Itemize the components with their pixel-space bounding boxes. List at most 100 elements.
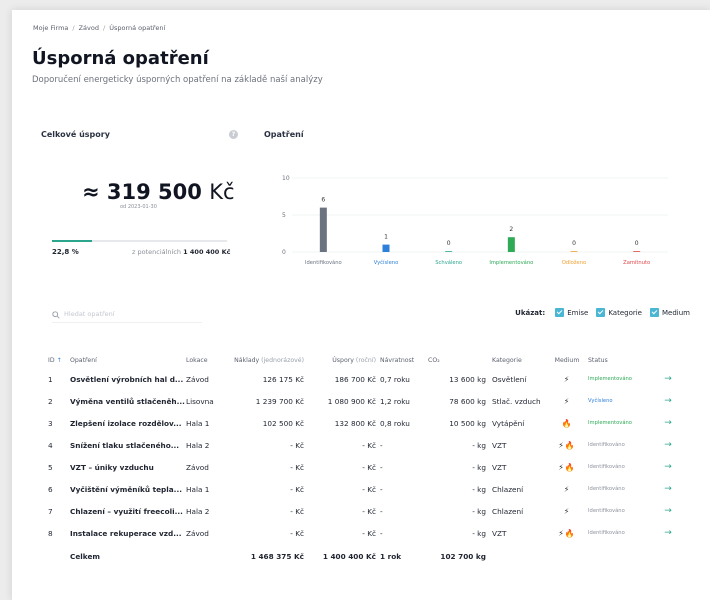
show-medium-checkbox[interactable]: Medium xyxy=(650,308,690,317)
header-medium[interactable]: Medium xyxy=(546,352,588,368)
show-emissions-checkbox[interactable]: Emise xyxy=(555,308,588,317)
page-title: Úsporná opatření xyxy=(32,48,209,69)
table-row[interactable]: 8 Instalace rekuperace vzd... Závod - Kč - K… xyxy=(48,522,683,544)
cell-category: Vytápění xyxy=(492,418,525,428)
question-icon[interactable]: ? xyxy=(229,130,238,139)
table-header-row: ID ↑ Opatření Lokace Náklady (jednorázov… xyxy=(48,352,683,368)
cell-name[interactable]: Chlazení – využití freecoli... xyxy=(70,500,186,522)
search-box[interactable] xyxy=(52,305,202,323)
cell-name[interactable]: Zlepšení izolace rozdělov... xyxy=(70,412,186,434)
cell-savings: - Kč xyxy=(362,528,376,538)
header-status[interactable]: Status xyxy=(588,352,653,368)
cell-id: 2 xyxy=(48,396,53,406)
cell-medium-icons: ⚡ xyxy=(563,374,571,384)
cell-payback: 0,8 roku xyxy=(380,418,410,428)
cell-id: 8 xyxy=(48,528,53,538)
table-row[interactable]: 3 Zlepšení izolace rozdělov... Hala 1 102 5… xyxy=(48,412,683,434)
breadcrumb: Moje Firma / Závod / Úsporná opatření xyxy=(33,24,166,32)
bar-value-label: 0 xyxy=(447,240,451,247)
header-costs[interactable]: Náklady (jednorázové) xyxy=(226,352,304,368)
header-payback[interactable]: Návratnost xyxy=(376,352,428,368)
bar-value-label: 6 xyxy=(321,197,325,204)
cell-id: 4 xyxy=(48,440,53,450)
cell-payback: - xyxy=(380,484,383,494)
cell-savings: 186 700 Kč xyxy=(334,374,376,384)
cell-costs: - Kč xyxy=(290,506,304,516)
cell-category: Stlač. vzduch xyxy=(492,396,541,406)
table-row[interactable]: 7 Chlazení – využití freecoli... Hala 2 - K… xyxy=(48,500,683,522)
breadcrumb-item-plant[interactable]: Závod xyxy=(79,24,99,32)
header-id[interactable]: ID ↑ xyxy=(48,352,70,368)
cell-costs: 126 175 Kč xyxy=(262,374,304,384)
header-name[interactable]: Opatření xyxy=(70,352,186,368)
arrow-right-icon[interactable]: → xyxy=(653,368,683,390)
status-badge: Implementováno xyxy=(588,420,632,426)
bar-value-label: 0 xyxy=(572,240,576,247)
status-badge: Identifikováno xyxy=(588,464,625,470)
savings-potential-value: 1 400 400 Kč xyxy=(183,248,231,256)
table-row[interactable]: 1 Osvětlení výrobních hal d... Závod 126 17… xyxy=(48,368,683,390)
table-total-row: Celkem 1 468 375 Kč 1 400 400 Kč 1 rok 102 7… xyxy=(48,544,683,568)
arrow-right-icon[interactable]: → xyxy=(653,478,683,500)
table-row[interactable]: 5 VZT – úniky vzduchu Závod - Kč - Kč - - kg VZ… xyxy=(48,456,683,478)
savings-percent: 22,8 % xyxy=(52,248,79,256)
table-row[interactable]: 4 Snížení tlaku stlačeného... Hala 2 - Kč - … xyxy=(48,434,683,456)
arrow-right-icon[interactable]: → xyxy=(653,456,683,478)
status-badge: Vyčísleno xyxy=(588,398,613,404)
arrow-right-icon[interactable]: → xyxy=(653,500,683,522)
cell-id: 1 xyxy=(48,374,53,384)
breadcrumb-item-current: Úsporná opatření xyxy=(109,24,166,32)
cell-costs: - Kč xyxy=(290,440,304,450)
cell-costs: - Kč xyxy=(290,528,304,538)
header-co2[interactable]: CO₂ xyxy=(428,352,486,368)
cell-id: 6 xyxy=(48,484,53,494)
chart-bar xyxy=(570,251,578,252)
status-badge: Implementováno xyxy=(588,376,632,382)
cell-name[interactable]: Výměna ventilů stlačeněh... xyxy=(70,390,186,412)
cell-costs: 102 500 Kč xyxy=(262,418,304,428)
cell-co2: - kg xyxy=(472,484,486,494)
cell-location: Lisovna xyxy=(186,396,214,406)
x-tick-label: Identifikováno xyxy=(305,259,342,266)
cell-name[interactable]: Instalace rekuperace vzd... xyxy=(70,522,186,544)
cell-name[interactable]: Snížení tlaku stlačeného... xyxy=(70,434,186,456)
savings-amount-value: ≈ 319 500 xyxy=(82,180,202,204)
cell-location: Závod xyxy=(186,462,209,472)
table-row[interactable]: 2 Výměna ventilů stlačeněh... Lisovna 1 239… xyxy=(48,390,683,412)
cell-medium-icons: 🔥 xyxy=(561,418,573,428)
cell-medium-icons: ⚡ xyxy=(563,396,571,406)
cell-id: 3 xyxy=(48,418,53,428)
cell-costs: 1 239 700 Kč xyxy=(255,396,304,406)
total-payback: 1 rok xyxy=(380,551,402,561)
cell-name[interactable]: VZT – úniky vzduchu xyxy=(70,456,186,478)
show-category-checkbox[interactable]: Kategorie xyxy=(596,308,642,317)
search-input[interactable] xyxy=(64,309,194,318)
chart-bar xyxy=(319,207,327,252)
cell-name[interactable]: Osvětlení výrobních hal d... xyxy=(70,368,186,390)
cell-savings: - Kč xyxy=(362,462,376,472)
breadcrumb-item-company[interactable]: Moje Firma xyxy=(33,24,68,32)
bar-value-label: 2 xyxy=(509,226,513,233)
header-savings[interactable]: Úspory (roční) xyxy=(304,352,376,368)
checkbox-checked-icon xyxy=(650,308,659,317)
table-row[interactable]: 6 Vyčištění výměníků tepla... Hala 1 - Kč - … xyxy=(48,478,683,500)
header-location[interactable]: Lokace xyxy=(186,352,226,368)
savings-card-title: Celkové úspory xyxy=(41,130,110,139)
arrow-right-icon[interactable]: → xyxy=(653,434,683,456)
cell-category: Osvětlení xyxy=(492,374,527,384)
cell-name[interactable]: Vyčištění výměníků tepla... xyxy=(70,478,186,500)
arrow-right-icon[interactable]: → xyxy=(653,522,683,544)
status-badge: Identifikováno xyxy=(588,442,625,448)
arrow-right-icon[interactable]: → xyxy=(653,412,683,434)
arrow-right-icon[interactable]: → xyxy=(653,390,683,412)
header-category[interactable]: Kategorie xyxy=(486,352,546,368)
cell-payback: - xyxy=(380,440,383,450)
status-badge: Identifikováno xyxy=(588,486,625,492)
x-tick-label: Schváleno xyxy=(435,259,462,266)
chart-bar xyxy=(507,237,515,252)
measures-bar-chart: 0 5 10 6 Identifikováno 1 Vyčísleno 0 Schváleno 2… xyxy=(282,175,668,266)
cell-payback: - xyxy=(380,528,383,538)
y-tick-label: 0 xyxy=(282,249,286,256)
cell-category: Chlazení xyxy=(492,484,524,494)
chart-bar xyxy=(382,244,390,252)
